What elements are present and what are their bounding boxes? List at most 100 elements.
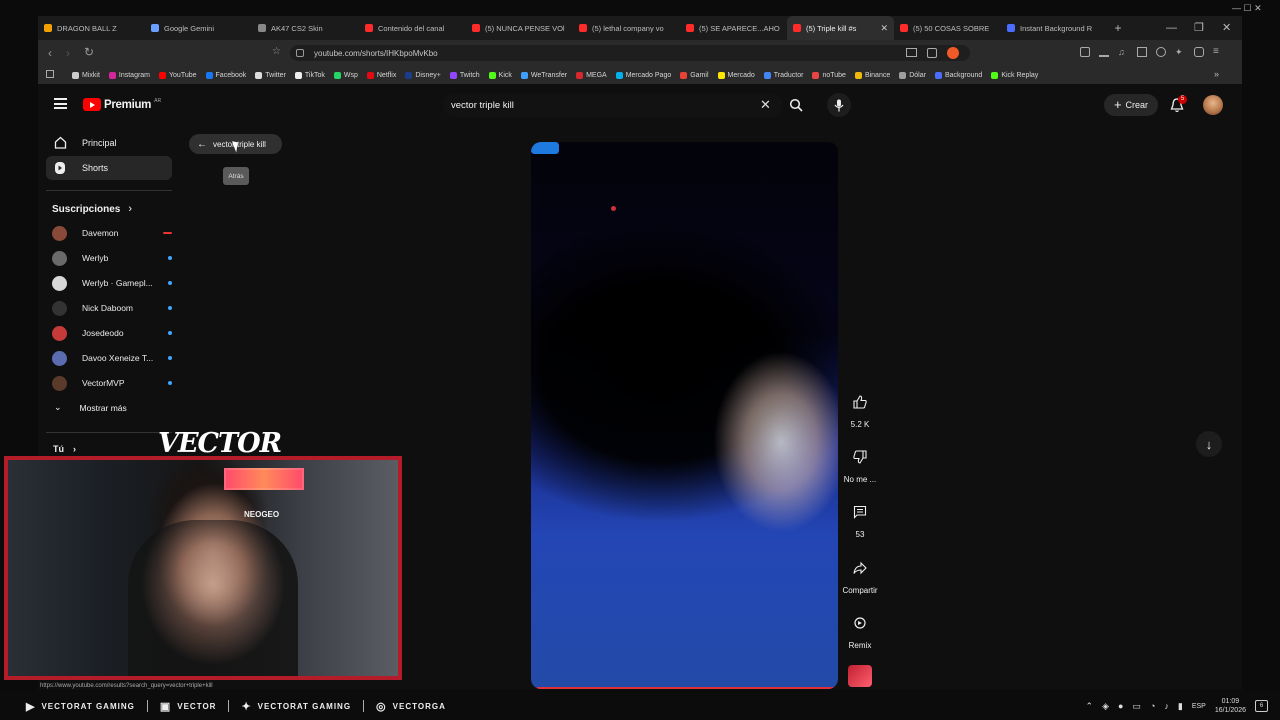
download-icon[interactable] <box>1099 47 1109 57</box>
extension-icon[interactable] <box>1080 47 1090 57</box>
address-right-icons <box>906 47 959 59</box>
close-window-button[interactable]: ✕ <box>1222 21 1231 34</box>
subscription-item[interactable]: Werlyb <box>52 247 172 269</box>
sidebar-icon[interactable] <box>1137 47 1147 57</box>
subscription-item[interactable]: Davemon <box>52 222 172 244</box>
bookmark-item[interactable]: Traductor <box>763 71 803 79</box>
mic-icon[interactable]: ● <box>1118 701 1123 711</box>
apps-grid-icon[interactable] <box>46 70 54 78</box>
network-icon[interactable]: ◈ <box>1102 701 1109 712</box>
cast-icon[interactable] <box>906 48 917 57</box>
hamburger-menu-icon[interactable] <box>54 98 67 109</box>
url-field[interactable]: youtube.com/shorts/IHKbpoMvKbo <box>290 45 970 61</box>
social-handle: ▣ VECTOR <box>160 700 217 713</box>
bookmark-item[interactable]: WeTransfer <box>520 71 567 79</box>
remix-button[interactable]: Remix <box>840 611 880 650</box>
back-arrow-icon[interactable]: ‹ <box>48 46 52 60</box>
bookmark-item[interactable]: Wsp <box>333 71 358 79</box>
share-icon[interactable] <box>927 48 937 58</box>
clear-search-icon[interactable]: ✕ <box>760 97 771 113</box>
notification-center-icon[interactable]: 6 <box>1255 700 1268 712</box>
leo-ai-icon[interactable]: ✦ <box>1175 47 1185 57</box>
shorts-video-player[interactable] <box>531 142 838 689</box>
wifi-icon[interactable]: ◔ <box>1150 701 1155 711</box>
monitor-icon[interactable]: ▭ <box>1132 701 1141 712</box>
minimize-button[interactable]: — <box>1166 22 1177 34</box>
subscription-item[interactable]: VectorMVP <box>52 372 172 394</box>
show-more-button[interactable]: ⌄ Mostrar más <box>54 402 127 413</box>
media-icon[interactable]: ♫ <box>1118 47 1128 57</box>
subscriptions-header[interactable]: Suscripciones › <box>52 203 132 215</box>
browser-tab[interactable]: Contenido del canal <box>359 16 466 40</box>
browser-tab[interactable]: AK47 CS2 Skin <box>252 16 359 40</box>
bookmark-item[interactable]: Disney+ <box>405 71 441 79</box>
more-bookmarks-icon[interactable]: » <box>1214 69 1219 79</box>
clock-date: 16/1/2026 <box>1214 707 1246 714</box>
bookmark-label: Dólar <box>909 71 926 79</box>
chevron-down-icon: ⌄ <box>54 402 62 412</box>
bookmark-item[interactable]: YouTube <box>159 71 197 79</box>
bookmark-item[interactable]: Netflix <box>366 71 396 79</box>
browser-tab[interactable]: Google Gemini <box>145 16 252 40</box>
bookmark-item[interactable]: Facebook <box>205 71 246 79</box>
site-info-icon[interactable] <box>296 49 304 57</box>
search-icon[interactable] <box>789 98 803 112</box>
like-button[interactable]: 5.2 K <box>840 390 880 429</box>
browser-tab[interactable]: (5) Triple kill #s ✕ <box>787 16 894 40</box>
subscription-item[interactable]: Werlyb · Gamepl... <box>52 272 172 294</box>
bookmark-item[interactable]: TikTok <box>294 71 325 79</box>
bookmark-item[interactable]: Binance <box>854 71 890 79</box>
bookmark-item[interactable]: Twitter <box>255 71 286 79</box>
clock[interactable]: 01:09 16/1/2026 <box>1215 697 1246 715</box>
language-indicator[interactable]: ESP <box>1192 703 1206 710</box>
create-button[interactable]: + Crear <box>1104 94 1158 116</box>
dislike-button[interactable]: No me ... <box>840 445 880 484</box>
bookmark-item[interactable]: Kick <box>488 71 512 79</box>
subscription-item[interactable]: Nick Daboom <box>52 297 172 319</box>
reload-icon[interactable]: ↻ <box>84 45 94 59</box>
bookmark-item[interactable]: Kick Replay <box>991 71 1038 79</box>
browser-tab[interactable]: (5) SE APARECE...AHO <box>680 16 787 40</box>
subscription-item[interactable]: Davoo Xeneize T... <box>52 347 172 369</box>
browser-tab[interactable]: Instant Background R <box>1001 16 1108 40</box>
vpn-icon[interactable] <box>1194 47 1204 57</box>
menu-icon[interactable]: ≡ <box>1213 47 1223 57</box>
bookmark-item[interactable]: MEGA <box>576 71 607 79</box>
maximize-button[interactable]: ❐ <box>1194 21 1204 34</box>
bookmark-label: Background <box>944 71 983 79</box>
search-input[interactable]: vector triple kill <box>443 94 783 117</box>
bookmark-item[interactable]: Mercado <box>717 71 755 79</box>
bookmark-item[interactable]: Background <box>934 71 983 79</box>
chevron-up-icon[interactable]: ⌃ <box>1086 701 1094 712</box>
subscription-item[interactable]: Josedeodo <box>52 322 172 344</box>
bookmark-star-icon[interactable]: ☆ <box>272 46 281 57</box>
browser-tab[interactable]: (5) lethal company vo <box>573 16 680 40</box>
browser-tab[interactable]: (5) NUNCA PENSE VOl <box>466 16 573 40</box>
bookmark-item[interactable]: Instagram <box>108 71 150 79</box>
comments-button[interactable]: 53 <box>840 500 880 539</box>
next-video-button[interactable]: ↓ <box>1196 431 1222 457</box>
browser-tab[interactable]: DRAGON BALL Z <box>38 16 145 40</box>
bookmark-item[interactable]: Gamil <box>680 71 709 79</box>
bookmark-item[interactable]: Mixkit <box>72 71 100 79</box>
close-tab-icon[interactable]: ✕ <box>880 23 888 34</box>
bookmark-item[interactable]: noTube <box>812 71 846 79</box>
battery-icon[interactable]: ▮ <box>1178 701 1183 712</box>
brave-lion-icon[interactable] <box>947 47 959 59</box>
bookmark-item[interactable]: Mercado Pago <box>615 71 671 79</box>
you-section-header[interactable]: Tú › <box>53 444 76 454</box>
new-tab-button[interactable]: + <box>1108 21 1128 35</box>
volume-icon[interactable]: ♪ <box>1164 701 1169 711</box>
forward-arrow-icon[interactable]: › <box>66 46 70 60</box>
youtube-premium-logo[interactable]: Premium AR <box>83 98 161 111</box>
bookmark-item[interactable]: Dólar <box>899 71 926 79</box>
share-button[interactable]: Compartir <box>840 556 880 595</box>
voice-search-button[interactable] <box>827 93 851 117</box>
bookmark-item[interactable]: Twitch <box>449 71 480 79</box>
avatar[interactable] <box>1203 95 1223 115</box>
sound-thumbnail[interactable] <box>848 665 872 687</box>
progress-bar[interactable] <box>537 687 834 689</box>
browser-tab[interactable]: (5) 50 COSAS SOBRE <box>894 16 1001 40</box>
wallet-icon[interactable] <box>1156 47 1166 57</box>
bookmark-favicon-icon <box>159 71 167 79</box>
